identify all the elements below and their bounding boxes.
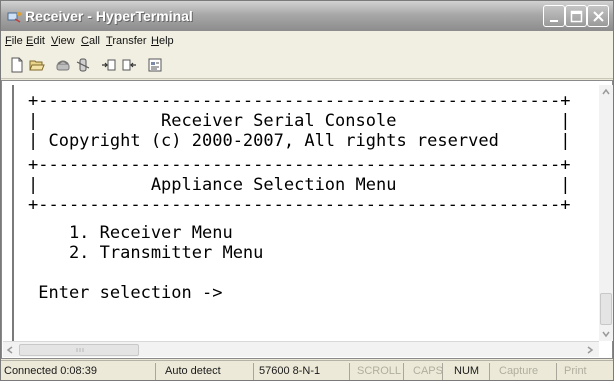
window-title: Receiver - HyperTerminal	[25, 8, 193, 24]
connect-phone-icon	[56, 60, 70, 71]
properties-icon	[148, 58, 162, 72]
scroll-left-arrow-icon[interactable]	[3, 343, 17, 357]
menu-view[interactable]: View	[51, 34, 75, 48]
menu-edit[interactable]: Edit	[26, 34, 45, 48]
capture-indicator: Capture	[491, 363, 557, 380]
receive-file-icon	[122, 59, 136, 71]
menu-heading: | Appliance Selection Menu |	[28, 175, 571, 195]
scroll-right-arrow-icon[interactable]	[583, 343, 597, 357]
emulation-status: Auto detect	[157, 363, 254, 380]
disconnect-phone-icon	[76, 58, 90, 72]
caps-lock-indicator: CAPS	[405, 363, 443, 380]
console-border-top: +---------------------------------------…	[28, 91, 571, 111]
menu-bar: File Edit View Call Transfer Help	[1, 31, 613, 51]
call-button[interactable]	[53, 55, 73, 75]
horizontal-scroll-thumb[interactable]	[19, 344, 139, 356]
menu-option-receiver: 1. Receiver Menu	[28, 223, 233, 243]
scroll-lock-indicator: SCROLL	[351, 363, 404, 380]
open-button[interactable]	[27, 55, 47, 75]
send-file-icon	[102, 59, 116, 71]
console-border-middle: +---------------------------------------…	[28, 155, 571, 175]
grip-icon	[76, 348, 84, 352]
num-lock-indicator: NUM	[444, 363, 490, 380]
console-title: | Receiver Serial Console |	[28, 111, 571, 131]
close-icon	[593, 11, 604, 22]
properties-button[interactable]	[145, 55, 165, 75]
scroll-up-arrow-icon[interactable]	[599, 85, 613, 99]
horizontal-scrollbar[interactable]	[3, 341, 599, 357]
connection-status: Connected 0:08:39	[1, 363, 156, 380]
disconnect-button[interactable]	[73, 55, 93, 75]
scroll-down-arrow-icon[interactable]	[599, 327, 613, 341]
selection-prompt: Enter selection ->	[28, 283, 223, 303]
port-settings-status: 57600 8-N-1	[255, 363, 350, 380]
print-echo-indicator: Print	[564, 365, 587, 377]
menu-call[interactable]: Call	[81, 34, 100, 48]
terminal-screen[interactable]: +---------------------------------------…	[12, 85, 600, 341]
maximize-button[interactable]	[565, 5, 587, 27]
toolbar	[1, 51, 613, 79]
hyperterminal-app-icon[interactable]	[7, 9, 21, 23]
minimize-icon	[550, 20, 558, 22]
minimize-button[interactable]	[543, 5, 565, 27]
terminal-frame: +---------------------------------------…	[1, 80, 613, 359]
hyperterminal-window: Receiver - HyperTerminal File Edit View …	[0, 0, 614, 381]
console-copyright: | Copyright (c) 2000-2007, All rights re…	[28, 131, 571, 151]
receive-button[interactable]	[119, 55, 139, 75]
send-button[interactable]	[99, 55, 119, 75]
menu-file[interactable]: File	[5, 34, 23, 48]
maximize-icon	[570, 10, 583, 23]
title-bar[interactable]: Receiver - HyperTerminal	[1, 1, 613, 31]
console-border-bottom: +---------------------------------------…	[28, 195, 571, 215]
menu-option-transmitter: 2. Transmitter Menu	[28, 243, 264, 263]
menu-help[interactable]: Help	[151, 34, 174, 48]
menu-transfer[interactable]: Transfer	[106, 34, 147, 48]
open-folder-icon	[29, 60, 45, 71]
new-document-icon	[11, 57, 23, 73]
new-connection-button[interactable]	[7, 55, 27, 75]
status-bar: Connected 0:08:39 Auto detect 57600 8-N-…	[1, 360, 613, 380]
vertical-scrollbar[interactable]	[599, 85, 613, 341]
close-button[interactable]	[587, 5, 609, 27]
vertical-scroll-thumb[interactable]	[600, 293, 612, 325]
